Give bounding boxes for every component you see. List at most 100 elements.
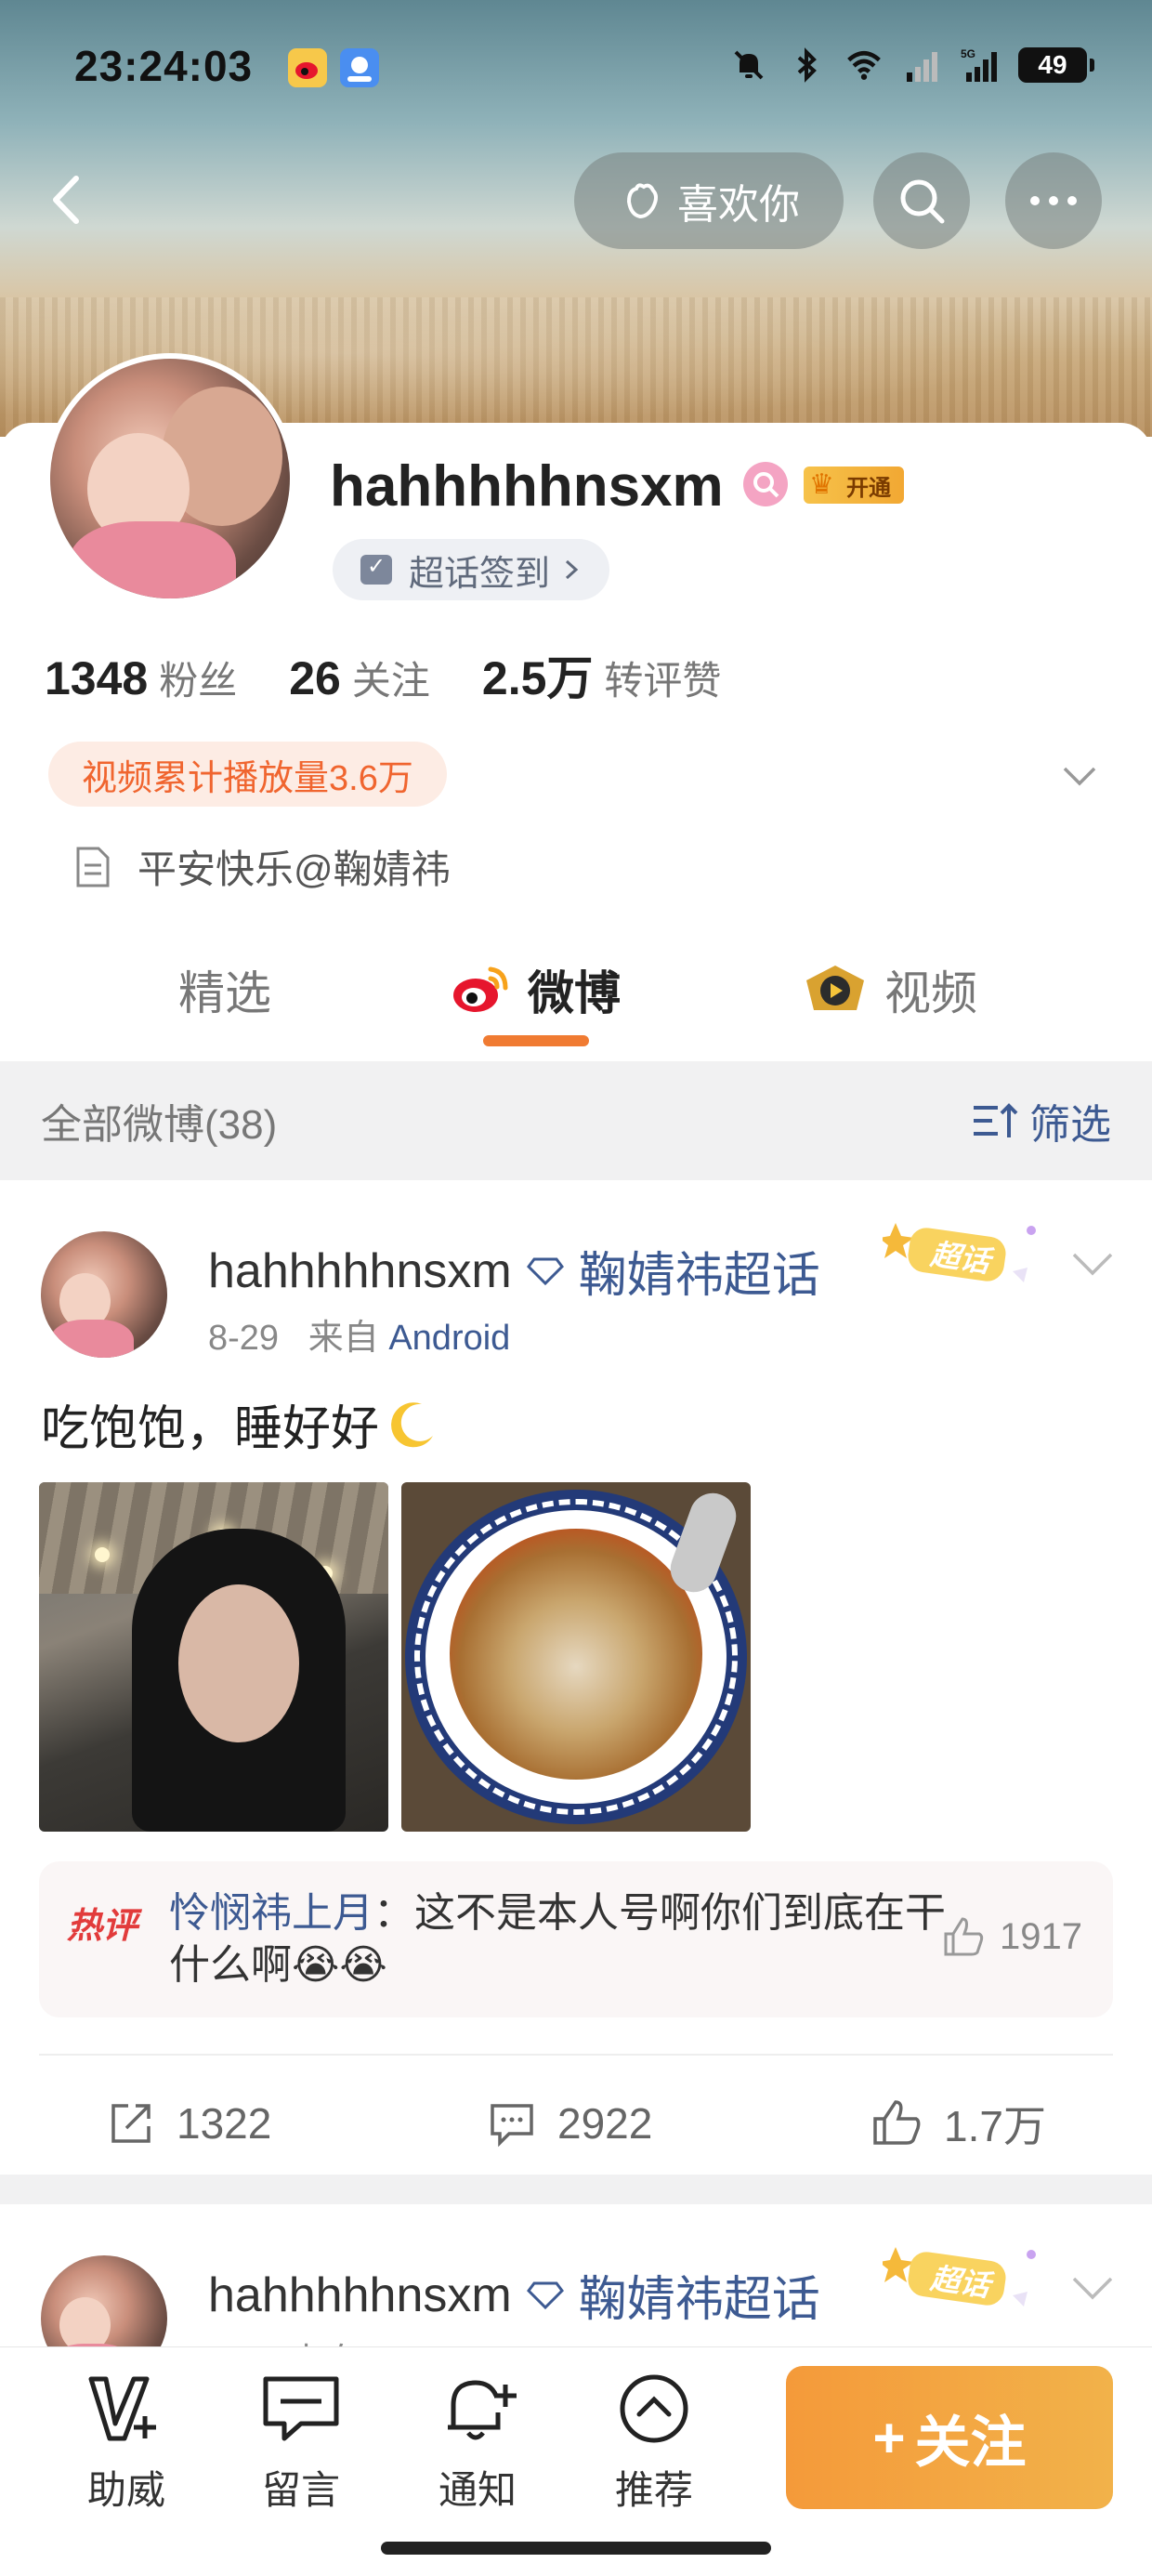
app-notification-icon bbox=[340, 48, 379, 87]
wifi-icon bbox=[845, 46, 883, 84]
more-dots-icon bbox=[1030, 196, 1077, 205]
vip-badge[interactable]: ♛ 开通 bbox=[804, 467, 904, 504]
stat-interactions[interactable]: 2.5万 转评赞 bbox=[482, 641, 722, 708]
comment-button[interactable]: 2922 bbox=[487, 2072, 652, 2175]
follow-label: 关注 bbox=[914, 2411, 1027, 2474]
comment-count: 2922 bbox=[557, 2099, 653, 2148]
filter-icon bbox=[974, 1103, 1018, 1137]
hot-comment[interactable]: 热评 怜悯祎上月：这不是本人号啊你们到底在干什么啊😭😭 1917 bbox=[39, 1861, 1113, 2017]
profile-tabs: 精选 微博 视频 bbox=[0, 939, 1152, 1059]
profile-username: hahhhhhnsxm bbox=[330, 454, 724, 519]
video-badge-icon bbox=[806, 966, 864, 1010]
post-username[interactable]: hahhhhhnsxm bbox=[208, 2267, 512, 2323]
post-avatar[interactable] bbox=[41, 1231, 167, 1358]
repost-count: 1322 bbox=[177, 2099, 272, 2148]
stat-number: 26 bbox=[289, 652, 341, 704]
message-button[interactable]: 留言 bbox=[236, 2372, 366, 2516]
search-icon bbox=[900, 179, 945, 224]
post-username[interactable]: hahhhhhnsxm bbox=[208, 1243, 512, 1299]
diamond-icon bbox=[526, 2281, 564, 2309]
stat-label: 关注 bbox=[351, 659, 430, 703]
active-tab-indicator bbox=[483, 1035, 589, 1046]
chaohua-sticker: 超话 bbox=[879, 2241, 1050, 2320]
post-text-content: 吃饱饱，睡好好 bbox=[41, 1402, 380, 1456]
message-icon bbox=[263, 2376, 339, 2441]
post-action-bar: 1322 2922 1.7万 bbox=[0, 2072, 1152, 2175]
post-avatar[interactable] bbox=[41, 2255, 167, 2353]
post-source-prefix: 来自 bbox=[308, 1319, 379, 1358]
video-views-badge[interactable]: 视频累计播放量3.6万 bbox=[48, 742, 447, 807]
heart-hand-icon bbox=[626, 183, 658, 219]
back-button[interactable] bbox=[37, 167, 102, 232]
chevron-right-icon bbox=[566, 559, 579, 580]
cheer-button[interactable]: 助威 bbox=[61, 2372, 191, 2516]
post-meta: 8-29 来自 Android bbox=[208, 1308, 510, 1360]
expand-profile-button[interactable] bbox=[1059, 757, 1100, 795]
weibo-app-icon bbox=[288, 48, 327, 87]
post-date: 8-29 bbox=[208, 1319, 280, 1358]
repost-icon bbox=[111, 2104, 151, 2143]
search-button[interactable] bbox=[873, 152, 970, 249]
weibo-logo-icon bbox=[453, 966, 508, 1012]
follow-button[interactable]: + 关注 bbox=[786, 2366, 1113, 2509]
status-time: 23:24:03 bbox=[74, 42, 254, 90]
like-you-button[interactable]: 喜欢你 bbox=[574, 152, 844, 249]
filter-button[interactable]: 筛选 bbox=[970, 1091, 1111, 1150]
stat-label: 转评赞 bbox=[604, 659, 722, 703]
chevron-down-icon bbox=[1072, 2277, 1113, 2300]
post-header: hahhhhhnsxm 鞠婧祎超话 bbox=[208, 1236, 820, 1306]
tab-weibo[interactable]: 微博 bbox=[450, 939, 621, 1041]
hot-comment-likes: 1917 bbox=[1000, 1915, 1082, 1957]
like-button[interactable]: 1.7万 bbox=[870, 2072, 1046, 2175]
post-topic-link[interactable]: 鞠婧祎超话 bbox=[579, 1236, 820, 1306]
more-button[interactable] bbox=[1005, 152, 1102, 249]
cheer-v-plus-icon bbox=[88, 2376, 156, 2441]
filter-label: 筛选 bbox=[1029, 1102, 1111, 1148]
svg-text:5G: 5G bbox=[961, 47, 975, 60]
stat-number: 1348 bbox=[45, 652, 149, 704]
chaohua-sign-button[interactable]: 超话签到 bbox=[333, 539, 610, 600]
hot-commenter[interactable]: 怜悯祎上月 bbox=[169, 1890, 373, 1936]
home-indicator[interactable] bbox=[381, 2542, 771, 2555]
post-more-button[interactable] bbox=[1068, 1245, 1117, 1282]
repost-button[interactable]: 1322 bbox=[106, 2072, 271, 2175]
post-header: hahhhhhnsxm 鞠婧祎超话 bbox=[208, 2260, 820, 2330]
diamond-icon bbox=[526, 1257, 564, 1285]
recommend-button[interactable]: 推荐 bbox=[589, 2372, 719, 2516]
battery-indicator: 49 bbox=[1018, 47, 1094, 83]
bell-plus-icon bbox=[448, 2380, 517, 2440]
notify-button[interactable]: 通知 bbox=[412, 2372, 543, 2516]
stat-following[interactable]: 26 关注 bbox=[289, 650, 430, 706]
like-you-label: 喜欢你 bbox=[677, 182, 800, 228]
bottom-item-label: 推荐 bbox=[614, 2468, 693, 2512]
post-more-button[interactable] bbox=[1068, 2269, 1117, 2307]
post-image-selfie[interactable] bbox=[39, 1482, 388, 1832]
tab-label: 精选 bbox=[178, 967, 271, 1019]
post-topic-link[interactable]: 鞠婧祎超话 bbox=[579, 2260, 820, 2330]
bottom-item-label: 助威 bbox=[86, 2468, 165, 2512]
tab-video[interactable]: 视频 bbox=[803, 939, 977, 1041]
post-divider bbox=[39, 2054, 1113, 2056]
stat-number: 2.5万 bbox=[481, 652, 594, 704]
status-bar: 23:24:03 5G 49 bbox=[0, 0, 1152, 139]
bottom-item-label: 留言 bbox=[261, 2468, 340, 2512]
stat-fans[interactable]: 1348 粉丝 bbox=[45, 650, 237, 706]
post-image-food[interactable] bbox=[401, 1482, 751, 1832]
hot-comment-like[interactable]: 1917 bbox=[940, 1913, 1082, 1960]
filter-bar: 全部微博(38) 筛选 bbox=[0, 1061, 1152, 1180]
super-fan-icon[interactable] bbox=[743, 462, 788, 506]
plus-icon: + bbox=[872, 2406, 906, 2469]
chevron-down-icon bbox=[1063, 767, 1096, 786]
mute-icon bbox=[730, 46, 767, 84]
tab-featured[interactable]: 精选 bbox=[178, 939, 271, 1041]
weibo-post: hahhhhhnsxm 鞠婧祎超话 8-29 来自 Android 超话 吃饱饱… bbox=[0, 1180, 1152, 2175]
chevron-down-icon bbox=[1072, 1253, 1113, 1276]
signal-weak-icon bbox=[903, 46, 940, 84]
profile-bio: 平安快乐@鞠婧祎 bbox=[72, 838, 451, 895]
calendar-check-icon bbox=[360, 553, 392, 585]
profile-avatar[interactable] bbox=[45, 353, 295, 604]
chaohua-sign-label: 超话签到 bbox=[409, 554, 551, 594]
vip-label: 开通 bbox=[846, 475, 891, 501]
bio-text: 平安快乐@鞠婧祎 bbox=[137, 848, 451, 891]
post-source[interactable]: Android bbox=[388, 1319, 510, 1358]
